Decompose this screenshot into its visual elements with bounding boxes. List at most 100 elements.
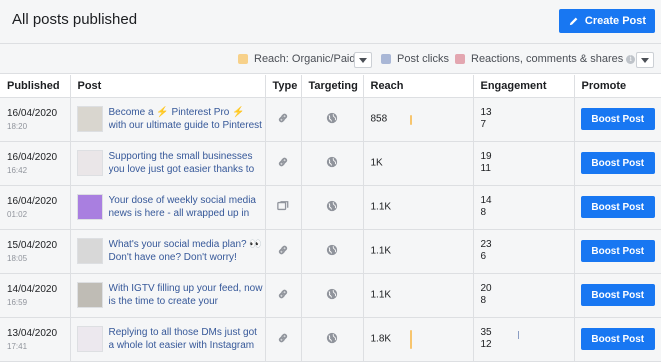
- boost-post-button[interactable]: Boost Post: [580, 240, 655, 262]
- info-icon[interactable]: i: [626, 54, 636, 64]
- column-header-post[interactable]: Post: [70, 75, 266, 98]
- targeting-cell: [301, 97, 364, 142]
- globe-icon: [326, 288, 338, 303]
- table-row[interactable]: 15/04/2020 18:05 What's your social media …: [0, 229, 661, 274]
- reach-value: 858: [370, 113, 388, 125]
- type-cell: [265, 97, 302, 142]
- published-cell: 15/04/2020 18:05: [0, 229, 71, 274]
- engagement-clicks: 14: [480, 195, 492, 206]
- published-date: 15/04/2020: [7, 239, 58, 251]
- engagement-reactions: 7: [480, 119, 487, 130]
- column-header-reach[interactable]: Reach: [363, 75, 474, 98]
- post-thumbnail[interactable]: [76, 238, 103, 264]
- engagement-clicks: 13: [480, 107, 492, 118]
- boost-post-button[interactable]: Boost Post: [580, 328, 655, 350]
- reach-value: 1.1K: [370, 201, 392, 213]
- link-icon: [277, 332, 289, 347]
- post-cell[interactable]: Become a ⚡ Pinterest Pro ⚡ with our ulti…: [70, 97, 266, 142]
- post-cell[interactable]: What's your social media plan? 👀 Don't h…: [70, 229, 266, 274]
- table-row[interactable]: 16/04/2020 16:42 Supporting the small busi…: [0, 141, 661, 186]
- post-text-link[interactable]: Replying to all those DMs just got a who…: [109, 326, 265, 352]
- engagement-reactions: 8: [480, 295, 487, 306]
- column-header-published[interactable]: Published: [0, 75, 71, 98]
- column-header-engagement[interactable]: Engagement: [473, 75, 575, 98]
- post-thumbnail[interactable]: [76, 194, 103, 220]
- post-thumbnail[interactable]: [76, 150, 103, 176]
- engagement-cell: 23 6: [473, 229, 575, 274]
- engagement-clicks: 35: [480, 327, 492, 338]
- published-date: 16/04/2020: [7, 151, 58, 163]
- engagement-reactions: 11: [480, 163, 491, 174]
- link-icon: [277, 112, 289, 127]
- chevron-down-icon: [641, 57, 649, 63]
- engagement-cell: 13 7: [473, 97, 575, 142]
- published-time: 01:02: [7, 209, 28, 219]
- post-thumbnail[interactable]: [76, 326, 103, 352]
- reach-cell: 858: [363, 97, 474, 142]
- boost-post-button[interactable]: Boost Post: [580, 152, 655, 174]
- globe-icon: [326, 112, 338, 127]
- targeting-cell: [301, 185, 364, 230]
- post-text-link[interactable]: What's your social media plan? 👀 Don't h…: [109, 238, 265, 264]
- pencil-icon: [569, 17, 578, 25]
- published-time: 16:42: [7, 165, 28, 175]
- link-icon: [277, 244, 289, 259]
- boost-post-button[interactable]: Boost Post: [580, 108, 655, 130]
- reach-value: 1.1K: [370, 289, 392, 301]
- engagement-cell: 35 12: [473, 317, 575, 362]
- column-header-promote[interactable]: Promote: [574, 75, 661, 98]
- globe-icon: [326, 156, 338, 171]
- reach-cell: 1K: [363, 141, 474, 186]
- engagement-dropdown-button[interactable]: [636, 52, 654, 68]
- boost-post-button[interactable]: Boost Post: [580, 284, 655, 306]
- post-cell[interactable]: Supporting the small businesses you love…: [70, 141, 266, 186]
- published-date: 13/04/2020: [7, 327, 58, 339]
- table-row[interactable]: 14/04/2020 16:59 With IGTV filling up your…: [0, 273, 661, 318]
- type-cell: [265, 317, 302, 362]
- published-cell: 16/04/2020 16:42: [0, 141, 71, 186]
- post-thumbnail[interactable]: [76, 282, 103, 308]
- legend-label-clicks: Post clicks: [397, 53, 449, 65]
- reach-cell: 1.1K: [363, 229, 474, 274]
- engagement-cell: 19 11: [473, 141, 575, 186]
- promote-cell: Boost Post: [574, 141, 661, 186]
- column-header-targeting[interactable]: Targeting: [301, 75, 364, 98]
- published-time: 17:41: [7, 341, 28, 351]
- post-cell[interactable]: Your dose of weekly social media news is…: [70, 185, 266, 230]
- targeting-cell: [301, 317, 364, 362]
- globe-icon: [326, 244, 338, 259]
- reach-cell: 1.8K: [363, 317, 474, 362]
- post-text-link[interactable]: Supporting the small businesses you love…: [109, 150, 265, 176]
- column-header-type[interactable]: Type: [265, 75, 302, 98]
- legend-swatch-reactions: [455, 54, 465, 64]
- type-cell: [265, 273, 302, 318]
- published-time: 18:20: [7, 121, 28, 131]
- post-thumbnail[interactable]: [76, 106, 103, 132]
- published-cell: 16/04/2020 18:20: [0, 97, 71, 142]
- post-text-link[interactable]: Your dose of weekly social media news is…: [109, 194, 265, 220]
- post-text-link[interactable]: Become a ⚡ Pinterest Pro ⚡ with our ulti…: [109, 106, 265, 132]
- post-text-link[interactable]: With IGTV filling up your feed, now is t…: [109, 282, 265, 308]
- globe-icon: [326, 332, 338, 347]
- post-cell[interactable]: With IGTV filling up your feed, now is t…: [70, 273, 266, 318]
- table-row[interactable]: 16/04/2020 18:20 Become a ⚡ Pinterest Pro …: [0, 97, 661, 142]
- engagement-reactions: 8: [480, 207, 487, 218]
- promote-cell: Boost Post: [574, 185, 661, 230]
- legend-swatch-clicks: [381, 54, 391, 64]
- promote-cell: Boost Post: [574, 317, 661, 362]
- published-time: 18:05: [7, 253, 28, 263]
- published-time: 16:59: [7, 297, 28, 307]
- legend-label-reactions: Reactions, comments & shares: [471, 53, 624, 65]
- legend-post-clicks: Post clicks: [381, 53, 449, 65]
- table-row[interactable]: 16/04/2020 01:02 Your dose of weekly socia…: [0, 185, 661, 230]
- targeting-cell: [301, 141, 364, 186]
- globe-icon: [326, 200, 338, 215]
- boost-post-button[interactable]: Boost Post: [580, 196, 655, 218]
- page-title: All posts published: [12, 11, 138, 28]
- table-row[interactable]: 13/04/2020 17:41 Replying to all those DMs…: [0, 317, 661, 362]
- engagement-clicks: 23: [480, 239, 492, 250]
- create-post-button[interactable]: Create Post: [559, 9, 655, 33]
- type-cell: [265, 185, 302, 230]
- post-cell[interactable]: Replying to all those DMs just got a who…: [70, 317, 266, 362]
- reach-dropdown-button[interactable]: [354, 52, 372, 68]
